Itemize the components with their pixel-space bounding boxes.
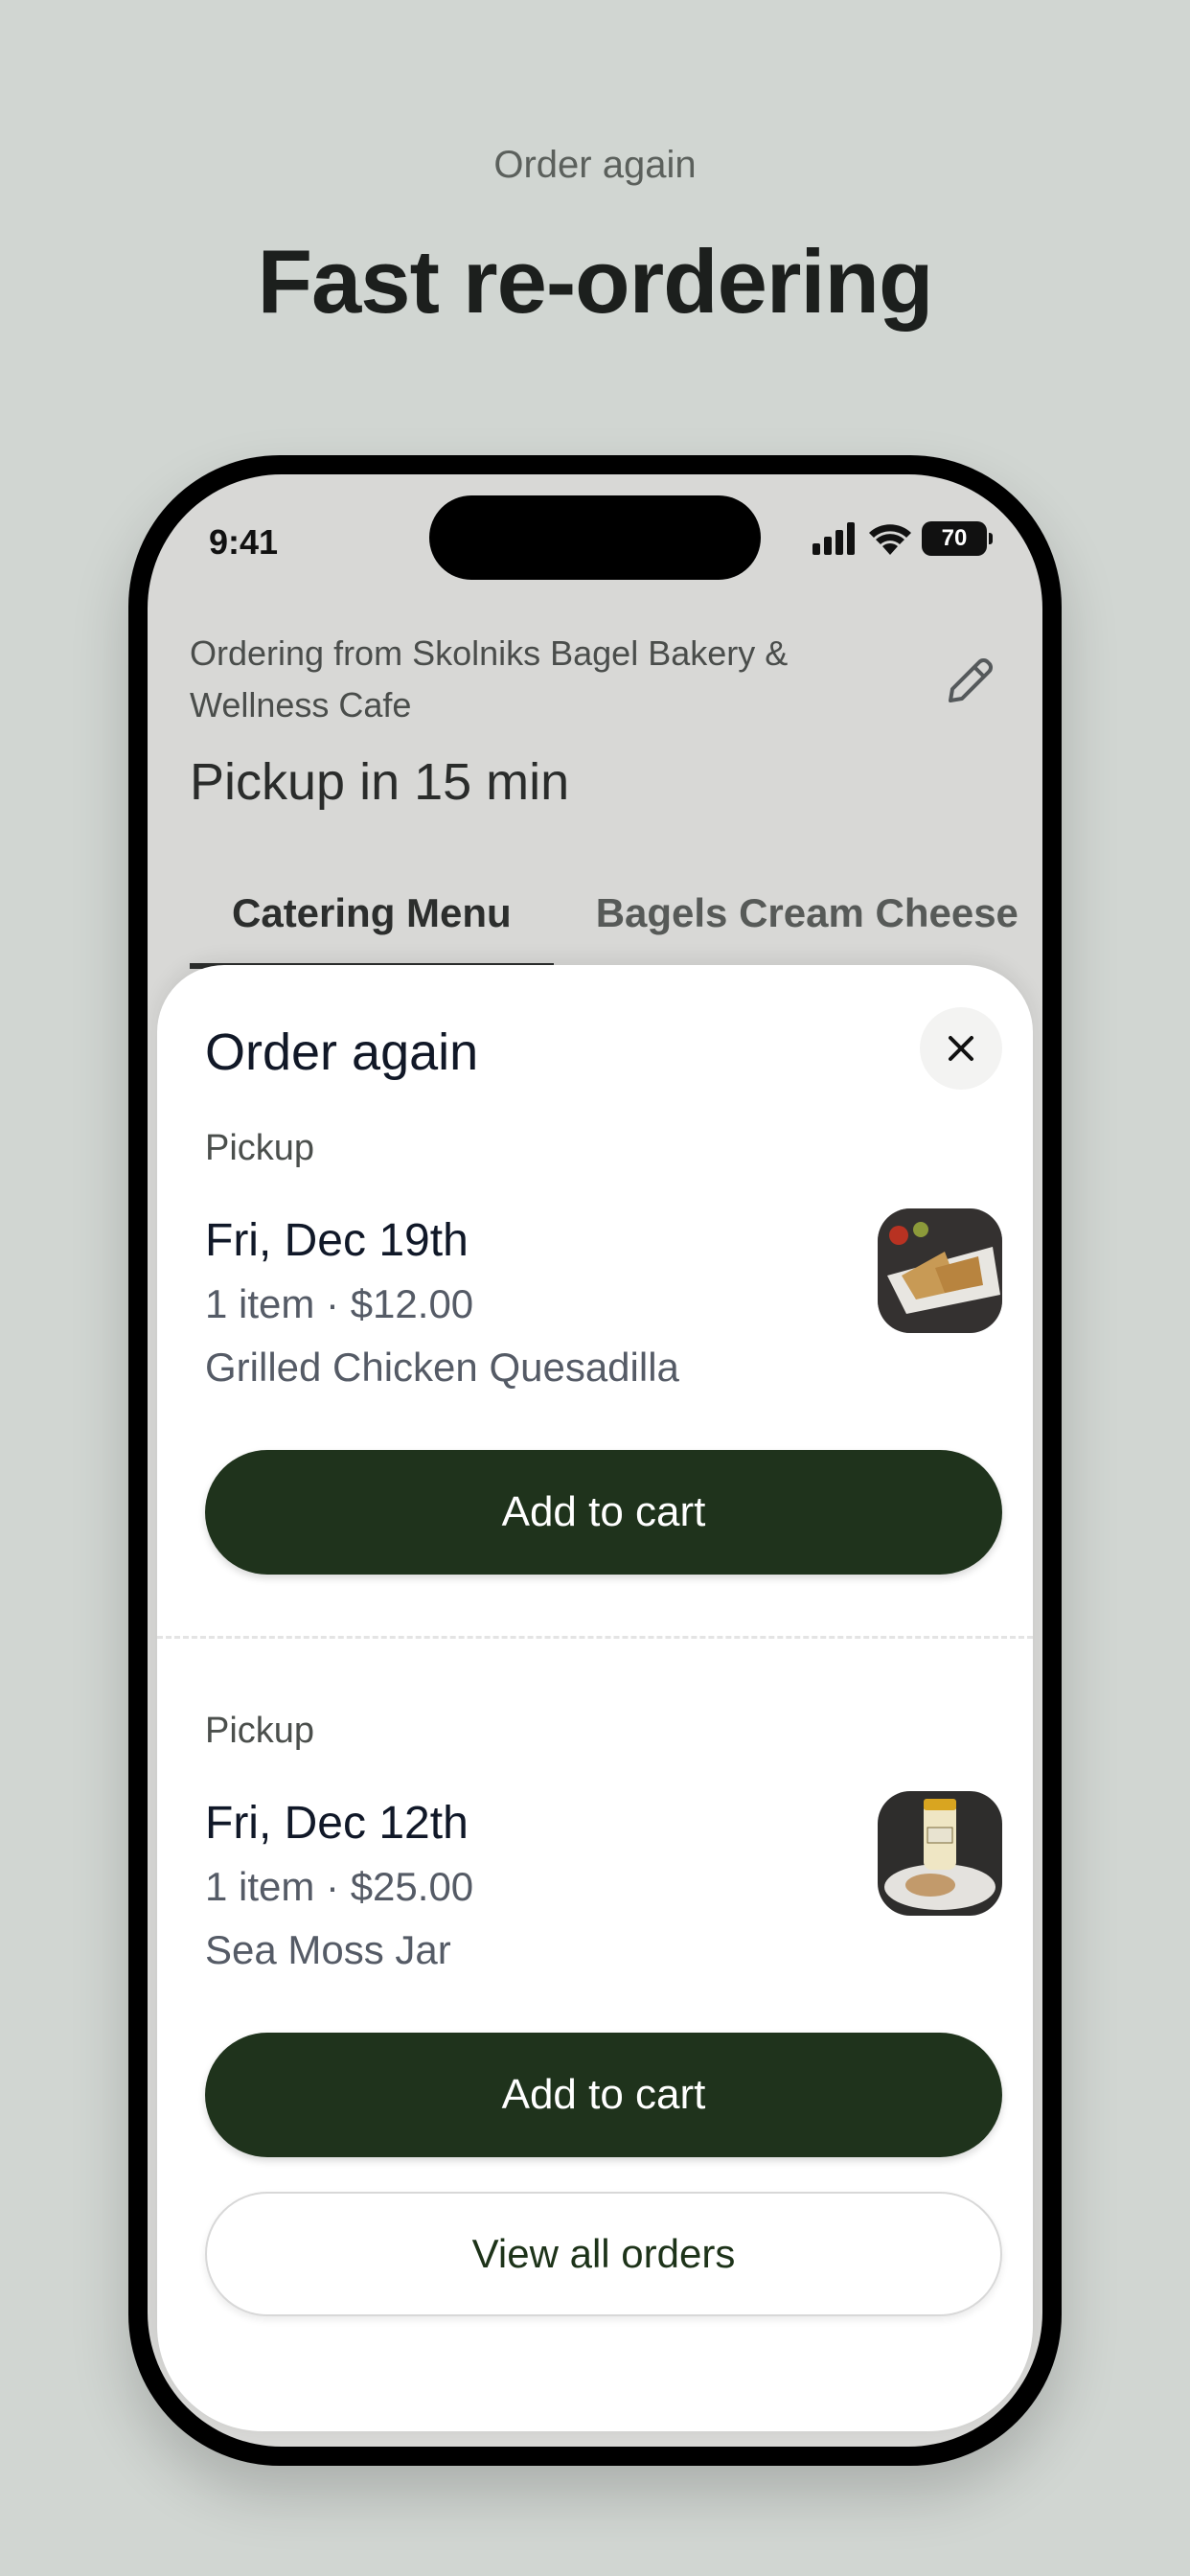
quesadilla-thumbnail (878, 1208, 1002, 1333)
category-tabs: Catering Menu Bagels Cream Cheese (190, 858, 1042, 969)
status-icons: 70 (811, 517, 993, 561)
order-summary: 1 item · $25.00 (205, 1864, 474, 1909)
order-again-sheet: Order again Pickup Fri, Dec 19th 1 item … (157, 965, 1033, 2431)
order-type: Pickup (205, 1711, 315, 1751)
status-time: 9:41 (209, 522, 279, 562)
battery-level: 70 (941, 525, 968, 551)
edit-button[interactable] (937, 647, 1004, 714)
order-divider (157, 1636, 1033, 1639)
add-to-cart-button[interactable]: Add to cart (205, 1450, 1002, 1575)
order-date: Fri, Dec 12th (205, 1798, 469, 1849)
order-card: Pickup Fri, Dec 12th 1 item · $25.00 Sea… (205, 1711, 1002, 2157)
tab-bagels-cream-cheese[interactable]: Bagels Cream Cheese (554, 858, 1042, 969)
order-card: Pickup Fri, Dec 19th 1 item · $12.00 Gri… (205, 1128, 1002, 1575)
pencil-icon (949, 658, 993, 702)
battery-icon: 70 (922, 521, 993, 556)
phone-frame: 9:41 70 Ordering from Skolniks Bagel Bak… (128, 455, 1062, 2466)
tab-catering-menu[interactable]: Catering Menu (190, 858, 554, 969)
order-item-name: Grilled Chicken Quesadilla (205, 1345, 679, 1390)
promo-headline: Fast re-ordering (257, 231, 934, 332)
order-item-name: Sea Moss Jar (205, 1927, 451, 1972)
order-date: Fri, Dec 19th (205, 1215, 469, 1266)
dynamic-island (429, 495, 761, 580)
phone-screen: 9:41 70 Ordering from Skolniks Bagel Bak… (148, 474, 1042, 2447)
wifi-icon (869, 524, 911, 555)
close-button[interactable] (920, 1007, 1002, 1090)
sheet-title: Order again (205, 1024, 479, 1081)
store-line: Ordering from Skolniks Bagel Bakery & We… (190, 633, 789, 724)
add-to-cart-button[interactable]: Add to cart (205, 2033, 1002, 2157)
order-type: Pickup (205, 1128, 315, 1168)
signal-icon (812, 522, 855, 555)
view-all-orders-button[interactable]: View all orders (205, 2192, 1002, 2316)
close-icon (949, 1036, 973, 1061)
sea-moss-jar-thumbnail (878, 1791, 1002, 1916)
order-summary: 1 item · $12.00 (205, 1281, 474, 1326)
pickup-time: Pickup in 15 min (190, 753, 570, 811)
promo-kicker: Order again (493, 144, 697, 186)
